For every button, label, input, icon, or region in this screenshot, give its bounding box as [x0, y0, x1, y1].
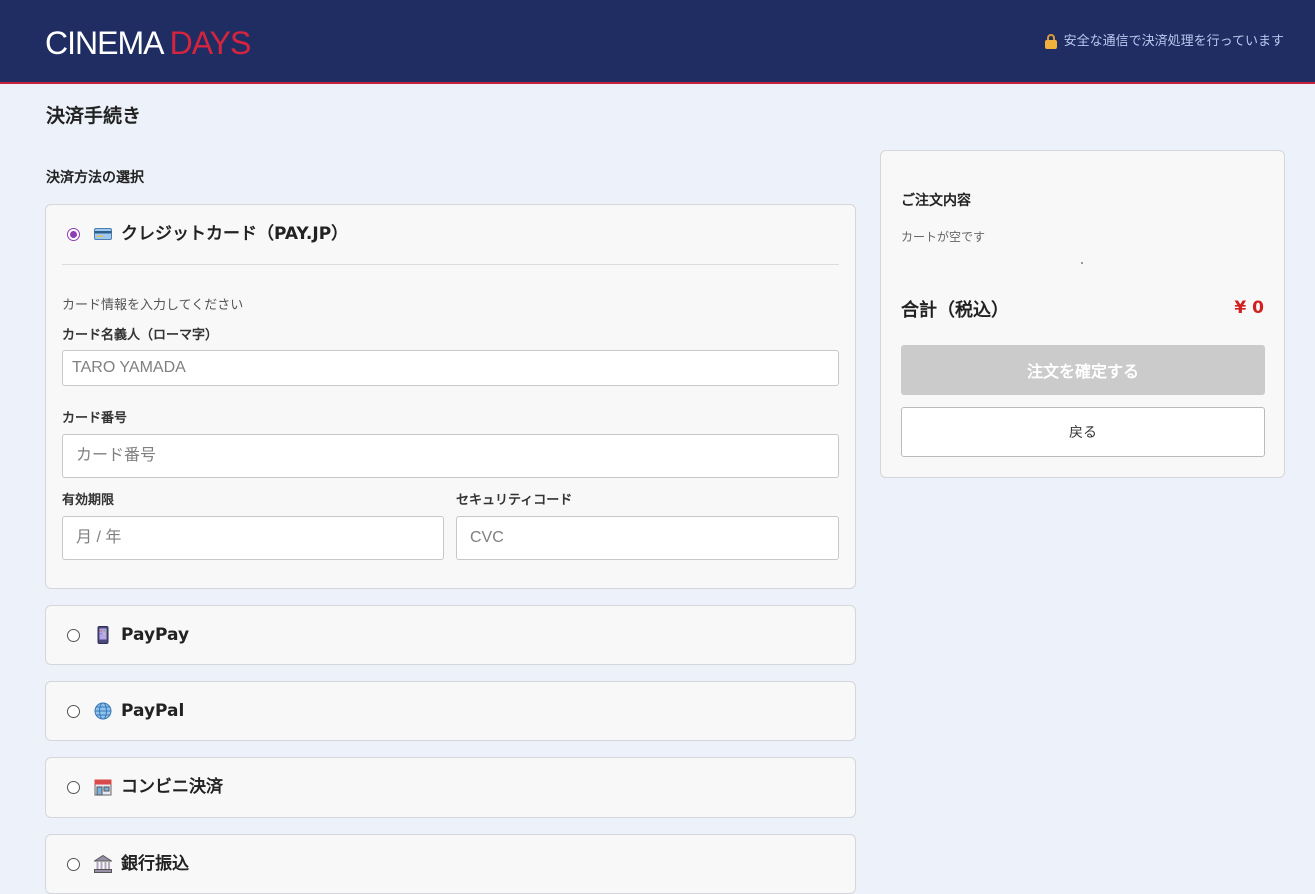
payment-method-convenience-store[interactable]: コンビニ決済 — [45, 757, 856, 818]
payment-method-credit-card: クレジットカード（PAY.JP） カード情報を入力してください カード名義人（ロ… — [45, 204, 856, 589]
site-logo[interactable]: CINEMA DAYS — [45, 23, 252, 63]
payment-option-paypal[interactable]: PayPal — [46, 682, 855, 740]
divider-dot — [1081, 262, 1083, 264]
payment-method-paypay[interactable]: PayPay — [45, 605, 856, 665]
payment-method-label: コンビニ決済 — [121, 777, 223, 797]
payment-method-label: 銀行振込 — [121, 854, 189, 874]
radio-bank-transfer[interactable] — [67, 857, 80, 871]
order-summary-title: ご注文内容 — [901, 193, 971, 209]
divider — [62, 264, 839, 265]
payment-option-bank-transfer[interactable]: 銀行振込 — [46, 835, 855, 893]
total-label: 合計（税込） — [901, 300, 1009, 321]
lock-icon — [1044, 34, 1058, 50]
cardholder-name-label: カード名義人（ローマ字） — [62, 328, 219, 343]
order-summary: ご注文内容 カートが空です 合計（税込） ¥ 0 注文を確定する 戻る — [880, 150, 1285, 478]
cardholder-name-input[interactable] — [62, 350, 839, 386]
payment-method-bank-transfer[interactable]: 銀行振込 — [45, 834, 856, 894]
confirm-order-button[interactable]: 注文を確定する — [901, 345, 1265, 395]
secure-connection-notice: 安全な通信で決済処理を行っています — [1044, 32, 1284, 52]
payment-option-paypay[interactable]: PayPay — [46, 606, 855, 664]
cvc-input[interactable] — [456, 516, 839, 560]
logo-accent: DAYS — [169, 25, 252, 61]
payment-method-paypal[interactable]: PayPal — [45, 681, 856, 741]
site-header: CINEMA DAYS 安全な通信で決済処理を行っています — [0, 0, 1315, 84]
card-number-input[interactable] — [62, 434, 839, 478]
cvc-label: セキュリティコード — [456, 493, 573, 508]
payment-method-label: クレジットカード（PAY.JP） — [121, 224, 349, 244]
radio-convenience-store[interactable] — [67, 780, 80, 794]
card-number-label: カード番号 — [62, 411, 128, 426]
payment-option-convenience-store[interactable]: コンビニ決済 — [46, 758, 855, 816]
globe-icon — [94, 702, 112, 720]
page-title: 決済手続き — [46, 105, 142, 127]
payment-method-label: PayPay — [121, 625, 190, 645]
radio-paypal[interactable] — [67, 704, 80, 718]
cart-empty-text: カートが空です — [901, 230, 986, 244]
secure-text: 安全な通信で決済処理を行っています — [1063, 34, 1284, 49]
back-button[interactable]: 戻る — [901, 407, 1265, 457]
expiry-label: 有効期限 — [62, 493, 115, 508]
total-value: ¥ 0 — [1234, 298, 1264, 318]
logo-main: CINEMA — [45, 25, 163, 61]
payment-option-credit-card[interactable]: クレジットカード（PAY.JP） — [46, 205, 855, 263]
payment-method-label: PayPal — [121, 701, 185, 721]
card-info-note: カード情報を入力してください — [62, 298, 244, 313]
radio-paypay[interactable] — [67, 628, 80, 642]
phone-icon — [94, 626, 112, 644]
payment-section-label: 決済方法の選択 — [46, 170, 144, 186]
credit-card-icon — [94, 225, 112, 243]
bank-icon — [92, 854, 114, 873]
store-icon — [94, 778, 112, 796]
radio-credit-card[interactable] — [67, 227, 80, 241]
expiry-input[interactable] — [62, 516, 444, 560]
